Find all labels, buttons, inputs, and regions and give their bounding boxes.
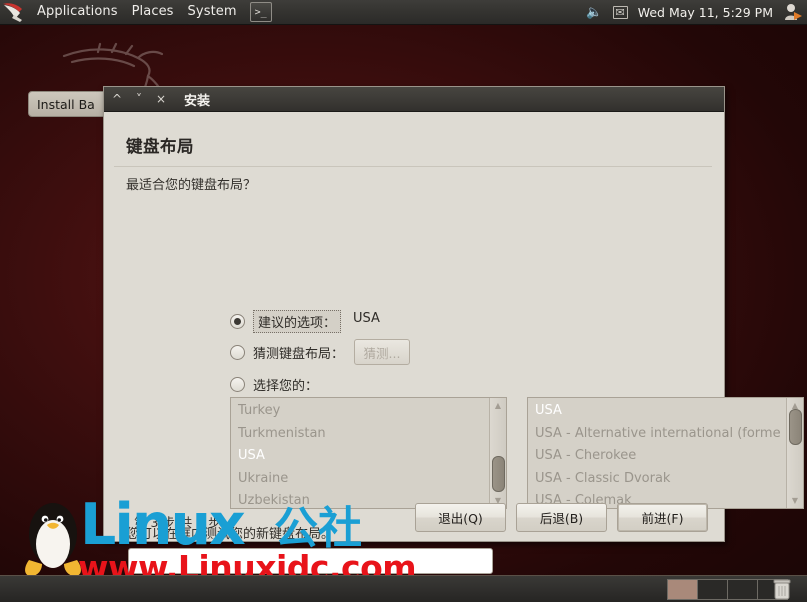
radio-option-choose[interactable]: 选择您的： [230,375,318,394]
scrollbar-thumb[interactable] [492,456,505,492]
radio-indicator-suggested[interactable] [230,314,245,329]
page-question: 最适合您的键盘布局？ [126,178,257,193]
title-divider [114,166,712,167]
forward-button[interactable]: 前进(F) [617,503,708,532]
menu-places[interactable]: Places [125,2,181,22]
layout-listbox[interactable]: USA USA - Alternative international (for… [527,397,804,509]
installer-dialog: ^ ˅ × 安装 键盘布局 最适合您的键盘布局？ 建议的选项： USA 猜测键盘… [103,86,804,574]
step-indicator: 第 3 步(共 7 步) [134,515,226,530]
tux-penguin-icon [25,503,81,576]
list-item[interactable]: Turkmenistan [235,423,489,446]
bottom-panel [0,575,807,602]
quit-button[interactable]: 退出(Q) [415,503,506,532]
layout-list-items[interactable]: USA USA - Alternative international (for… [528,398,786,508]
close-button[interactable]: × [150,89,172,109]
country-list-items[interactable]: Turkey Turkmenistan USA Ukraine Uzbekist… [231,398,489,508]
triangle-up-icon[interactable]: ▲ [490,398,506,413]
list-item[interactable]: USA - Cherokee [532,445,786,468]
speaker-icon[interactable]: 🔈 [586,6,602,19]
clock[interactable]: Wed May 11, 5:29 PM [638,5,773,20]
menu-applications[interactable]: Applications [30,2,125,22]
radio-indicator-detect[interactable] [230,345,245,360]
maximize-button[interactable]: ˅ [128,89,150,109]
keyboard-test-input[interactable] [128,548,493,574]
radio-label-suggested: 建议的选项： [253,310,342,333]
user-avatar-icon[interactable] [783,2,803,22]
radio-label-detect: 猜测键盘布局： [253,347,345,362]
radio-label-choose: 选择您的： [253,379,319,394]
layout-list-scrollbar[interactable]: ▲ ▼ [786,398,803,508]
terminal-icon[interactable]: >_ [249,2,272,22]
trash-can-icon[interactable] [772,579,792,600]
envelope-icon[interactable]: ✉ [612,5,628,19]
page-title: 键盘布局 [126,137,194,156]
desktop-screen: Applications Places System >_ 🔈 ✉ Wed Ma… [0,0,807,602]
list-item[interactable]: Turkey [235,400,489,423]
workspace-3[interactable] [728,580,758,599]
menu-system[interactable]: System [181,2,244,22]
workspace-2[interactable] [698,580,728,599]
taskbar-window-label: Install Ba [37,96,95,112]
country-list-scrollbar[interactable]: ▲ ▼ [489,398,506,508]
footer-button-group: 退出(Q) 后退(B) 前进(F) [415,503,708,532]
list-item[interactable]: USA [532,400,786,423]
workspace-switcher[interactable] [667,579,788,600]
suggested-layout-value: USA [353,311,380,326]
dialog-titlebar[interactable]: ^ ˅ × 安装 [104,87,724,112]
workspace-1[interactable] [668,580,698,599]
top-panel: Applications Places System >_ 🔈 ✉ Wed Ma… [0,0,807,25]
list-item[interactable]: Ukraine [235,468,489,491]
dialog-title: 安装 [184,93,211,109]
scrollbar-thumb[interactable] [789,409,802,445]
list-item[interactable]: USA [235,445,489,468]
kali-dragon-logo-icon[interactable] [1,1,27,23]
list-item[interactable]: USA - Alternative international (forme [532,423,786,446]
detect-keyboard-button[interactable]: 猜测... [354,339,410,365]
country-listbox[interactable]: Turkey Turkmenistan USA Ukraine Uzbekist… [230,397,507,509]
radio-option-detect[interactable]: 猜测键盘布局： [230,343,344,362]
list-item[interactable]: USA - Classic Dvorak [532,468,786,491]
minimize-button[interactable]: ^ [106,89,128,109]
radio-indicator-choose[interactable] [230,377,245,392]
radio-option-suggested[interactable]: 建议的选项： [230,310,342,333]
triangle-down-icon[interactable]: ▼ [787,493,803,508]
panel-status-area: 🔈 ✉ Wed May 11, 5:29 PM [586,2,807,22]
back-button[interactable]: 后退(B) [516,503,607,532]
dialog-body: 键盘布局 最适合您的键盘布局？ 建议的选项： USA 猜测键盘布局： 猜测...… [104,112,804,574]
